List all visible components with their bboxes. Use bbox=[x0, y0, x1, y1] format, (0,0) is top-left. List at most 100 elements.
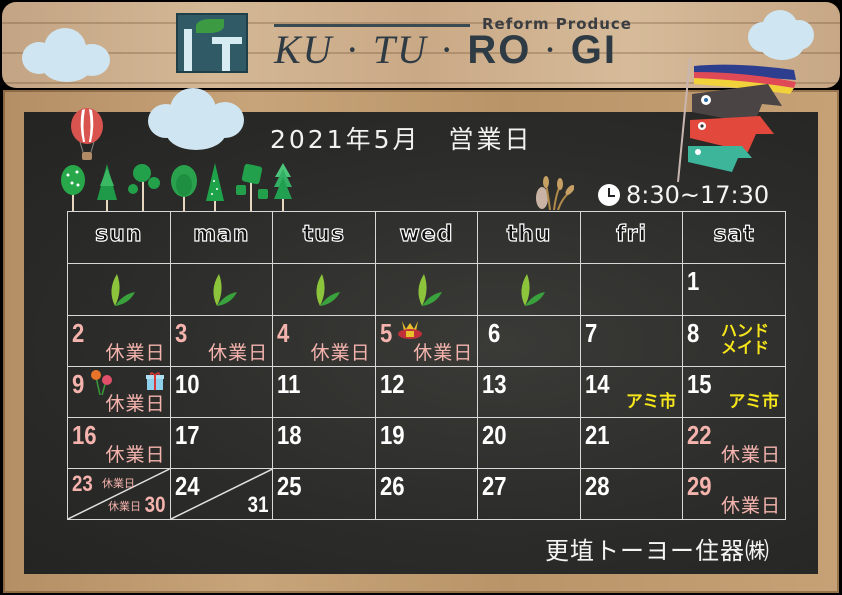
calendar-cell-empty bbox=[67, 263, 171, 316]
calendar-day-cell[interactable]: 17 bbox=[169, 417, 274, 469]
calendar-day-cell[interactable]: 28 bbox=[579, 468, 684, 520]
closed-label: 休業日 bbox=[105, 342, 166, 364]
day-number: 8 bbox=[687, 318, 700, 348]
cloud-icon bbox=[22, 28, 112, 82]
calendar-day-cell-split[interactable]: 23 休業日 休業日 30 bbox=[67, 468, 171, 520]
clock-icon bbox=[598, 184, 620, 206]
day-number: 17 bbox=[174, 420, 200, 450]
day-number: 12 bbox=[379, 369, 405, 399]
day-number: 19 bbox=[379, 420, 405, 450]
leaf-icon bbox=[213, 273, 238, 306]
calendar-day-cell[interactable]: 19 bbox=[374, 417, 479, 469]
business-hours: 8:30~17:30 bbox=[598, 181, 769, 209]
day-number: 24 bbox=[174, 471, 200, 501]
event-label-market: アミ市 bbox=[625, 392, 677, 412]
calendar-day-cell[interactable]: 16 休業日 bbox=[67, 417, 171, 469]
leaf-icon bbox=[521, 273, 546, 306]
hot-air-balloon-icon bbox=[71, 108, 103, 160]
day-number: 15 bbox=[687, 369, 712, 399]
tree-icon bbox=[97, 164, 117, 212]
event-label-market: アミ市 bbox=[728, 392, 779, 412]
day-number: 7 bbox=[584, 318, 598, 348]
weekday-header: wed bbox=[374, 211, 479, 264]
calendar-week-row: 23 休業日 休業日 30 24 31 25 26 27 28 29 休業日 bbox=[67, 468, 786, 520]
calendar-day-cell[interactable]: 2 休業日 bbox=[67, 315, 171, 367]
closed-label: 休業日 bbox=[102, 477, 135, 490]
calendar-day-cell[interactable]: 12 bbox=[374, 366, 479, 418]
closed-label: 休業日 bbox=[720, 444, 781, 466]
day-number: 2 bbox=[72, 318, 85, 348]
calendar-day-cell[interactable]: 18 bbox=[272, 417, 376, 469]
calendar-week-row: 9 休業日 10 11 12 13 14 アミ市 15 アミ市 bbox=[67, 366, 786, 418]
calendar-day-cell[interactable]: 4 休業日 bbox=[272, 315, 376, 367]
company-name: 更埴トーヨー住器㈱ bbox=[545, 537, 770, 565]
day-number: 27 bbox=[482, 471, 507, 501]
weekday-header: fri bbox=[579, 211, 684, 264]
calendar-day-cell[interactable]: 10 bbox=[169, 366, 274, 418]
calendar-day-cell[interactable]: 25 bbox=[272, 468, 376, 520]
calendar-day-cell[interactable]: 15 アミ市 bbox=[682, 366, 786, 418]
wheat-decoration-icon bbox=[536, 176, 574, 210]
calendar-day-cell[interactable]: 11 bbox=[272, 366, 376, 418]
calendar-day-cell[interactable]: 29 休業日 bbox=[682, 468, 786, 520]
calendar-day-cell[interactable]: 22 休業日 bbox=[682, 417, 786, 469]
weekday-header: thu bbox=[477, 211, 581, 264]
day-number: 23 bbox=[72, 471, 93, 496]
day-number: 25 bbox=[277, 471, 302, 501]
calendar-day-cell[interactable]: 7 bbox=[579, 315, 684, 367]
calendar-week-row: 2 休業日 3 休業日 4 休業日 5 休業日 6 7 8 ハンド メイド bbox=[67, 315, 786, 367]
calendar-week-row: 1 bbox=[67, 263, 786, 316]
business-hours-text: 8:30~17:30 bbox=[626, 181, 770, 209]
closed-label: 休業日 bbox=[105, 444, 166, 466]
calendar-day-cell[interactable]: 13 bbox=[477, 366, 581, 418]
cloud-icon bbox=[148, 88, 244, 152]
day-number: 4 bbox=[277, 318, 290, 348]
day-number: 11 bbox=[277, 369, 301, 399]
calendar-cell-empty bbox=[272, 263, 376, 316]
calendar-grid: sun man tus wed thu fri sat 1 2 休業日 3 休業日 … bbox=[67, 211, 786, 520]
tree-icon bbox=[128, 164, 160, 211]
closed-label: 休業日 bbox=[310, 342, 371, 364]
calendar-day-cell-split[interactable]: 24 31 bbox=[169, 468, 274, 520]
day-number: 26 bbox=[379, 471, 405, 501]
leaf-icon bbox=[111, 273, 135, 306]
calendar-day-cell[interactable]: 8 ハンド メイド bbox=[682, 315, 786, 367]
calendar-day-cell[interactable]: 9 休業日 bbox=[67, 366, 171, 418]
day-number: 22 bbox=[687, 420, 712, 450]
closed-label: 休業日 bbox=[720, 495, 781, 517]
day-number: 29 bbox=[687, 471, 712, 501]
weekday-header-row: sun man tus wed thu fri sat bbox=[67, 211, 786, 264]
calendar-day-cell[interactable]: 3 休業日 bbox=[169, 315, 274, 367]
day-number: 16 bbox=[72, 420, 97, 450]
day-number: 10 bbox=[174, 369, 200, 399]
day-number: 1 bbox=[687, 266, 700, 296]
calendar-day-cell[interactable]: 26 bbox=[374, 468, 479, 520]
leaf-icon bbox=[316, 273, 340, 306]
gift-box-icon bbox=[145, 372, 164, 390]
calendar-day-cell[interactable]: 14 アミ市 bbox=[579, 366, 684, 418]
calendar-day-cell[interactable]: 1 bbox=[682, 263, 786, 316]
tree-icon bbox=[61, 165, 85, 211]
day-number: 13 bbox=[482, 369, 507, 399]
tree-icon bbox=[206, 163, 224, 211]
company-logo bbox=[176, 13, 248, 73]
day-number: 5 bbox=[379, 318, 392, 348]
calendar-day-cell[interactable]: 21 bbox=[579, 417, 684, 469]
tree-icon bbox=[274, 163, 292, 211]
weekday-header: man bbox=[169, 211, 274, 264]
closed-label: 休業日 bbox=[105, 393, 166, 415]
koinobori-carp-streamer-icon bbox=[677, 57, 796, 183]
calendar-day-cell[interactable]: 6 bbox=[477, 315, 581, 367]
calendar-day-cell[interactable]: 27 bbox=[477, 468, 581, 520]
calendar-cell-empty bbox=[374, 263, 479, 316]
day-number: 20 bbox=[482, 420, 507, 450]
day-number: 6 bbox=[488, 318, 501, 348]
day-number: 28 bbox=[584, 471, 610, 501]
calendar-cell-empty bbox=[169, 263, 274, 316]
brand-name: KU · TU · RO · GI bbox=[274, 27, 617, 72]
weekday-header: sun bbox=[67, 211, 171, 264]
calendar-day-cell[interactable]: 20 bbox=[477, 417, 581, 469]
calendar-day-cell[interactable]: 5 休業日 bbox=[374, 315, 479, 367]
weekday-header: sat bbox=[682, 211, 786, 264]
calendar-week-row: 16 休業日 17 18 19 20 21 22 休業日 bbox=[67, 417, 786, 469]
